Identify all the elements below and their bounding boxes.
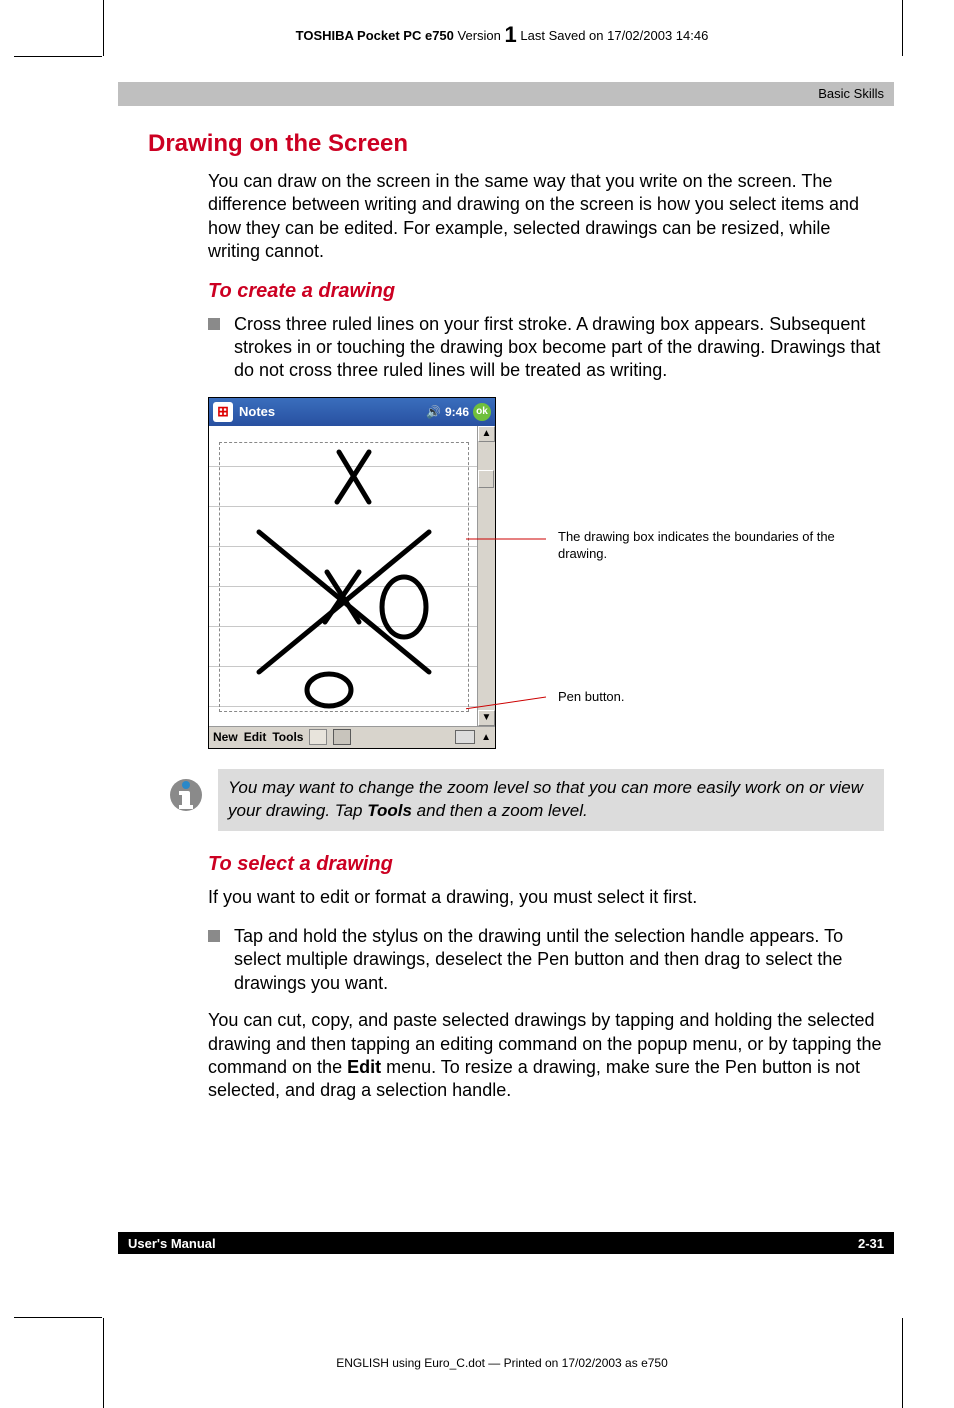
info-bold: Tools bbox=[367, 801, 412, 820]
bullet-text: Cross three ruled lines on your first st… bbox=[234, 313, 884, 383]
record-icon bbox=[309, 729, 327, 745]
figure: ⊞ Notes 🔊 9:46 ok bbox=[208, 397, 884, 749]
footer-band: User's Manual 2-31 bbox=[118, 1232, 894, 1254]
intro-paragraph: You can draw on the screen in the same w… bbox=[208, 170, 884, 264]
ruled-area bbox=[209, 426, 477, 726]
footer-right: 2-31 bbox=[858, 1236, 884, 1251]
bullet-item: Cross three ruled lines on your first st… bbox=[208, 313, 884, 383]
info-icon bbox=[168, 777, 204, 813]
bullet-item: Tap and hold the stylus on the drawing u… bbox=[208, 925, 884, 995]
edit-paragraph: You can cut, copy, and paste selected dr… bbox=[208, 1009, 884, 1103]
print-info: ENGLISH using Euro_C.dot — Printed on 17… bbox=[100, 1356, 904, 1370]
screenshot-titlebar: ⊞ Notes 🔊 9:46 ok bbox=[209, 398, 495, 426]
app-title: Notes bbox=[239, 404, 275, 419]
page-header: TOSHIBA Pocket PC e750 Version 1 Last Sa… bbox=[100, 22, 904, 48]
speaker-icon: 🔊 bbox=[426, 405, 441, 419]
select-intro: If you want to edit or format a drawing,… bbox=[208, 886, 884, 909]
crop-mark bbox=[14, 56, 102, 80]
callout-drawing-box: The drawing box indicates the boundaries… bbox=[558, 529, 856, 563]
info-note: You may want to change the zoom level so… bbox=[168, 769, 884, 831]
menu-edit: Edit bbox=[244, 730, 267, 744]
screenshot-menubar: New Edit Tools ▲ bbox=[209, 726, 495, 748]
crop-mark bbox=[14, 1317, 102, 1318]
drawing-strokes bbox=[219, 442, 469, 712]
subheading-create-drawing: To create a drawing bbox=[208, 280, 884, 303]
section-title: Basic Skills bbox=[818, 86, 884, 101]
footer-left: User's Manual bbox=[128, 1236, 216, 1251]
bullet-text: Tap and hold the stylus on the drawing u… bbox=[234, 925, 884, 995]
saved-date: Last Saved on 17/02/2003 14:46 bbox=[520, 28, 708, 43]
info-post: and then a zoom level. bbox=[412, 801, 588, 820]
menu-tools: Tools bbox=[272, 730, 303, 744]
bullet-square-icon bbox=[208, 318, 220, 330]
pen-button-icon bbox=[333, 729, 351, 745]
screenshot-body: ▲ ▼ bbox=[209, 426, 495, 726]
heading-drawing-on-screen: Drawing on the Screen bbox=[148, 130, 884, 158]
bullet-square-icon bbox=[208, 930, 220, 942]
section-band: Basic Skills bbox=[118, 82, 894, 106]
pocketpc-screenshot: ⊞ Notes 🔊 9:46 ok bbox=[208, 397, 496, 749]
subheading-select-drawing: To select a drawing bbox=[208, 853, 884, 876]
version-label: Version bbox=[458, 28, 501, 43]
version-number: 1 bbox=[505, 22, 517, 47]
menu-new: New bbox=[213, 730, 238, 744]
start-flag-icon: ⊞ bbox=[213, 402, 233, 422]
page-content: Drawing on the Screen You can draw on th… bbox=[150, 130, 884, 1119]
p3-bold: Edit bbox=[347, 1057, 381, 1077]
product-name: TOSHIBA Pocket PC e750 bbox=[296, 28, 454, 43]
callout-pen-button: Pen button. bbox=[558, 689, 625, 706]
info-text: You may want to change the zoom level so… bbox=[218, 769, 884, 831]
